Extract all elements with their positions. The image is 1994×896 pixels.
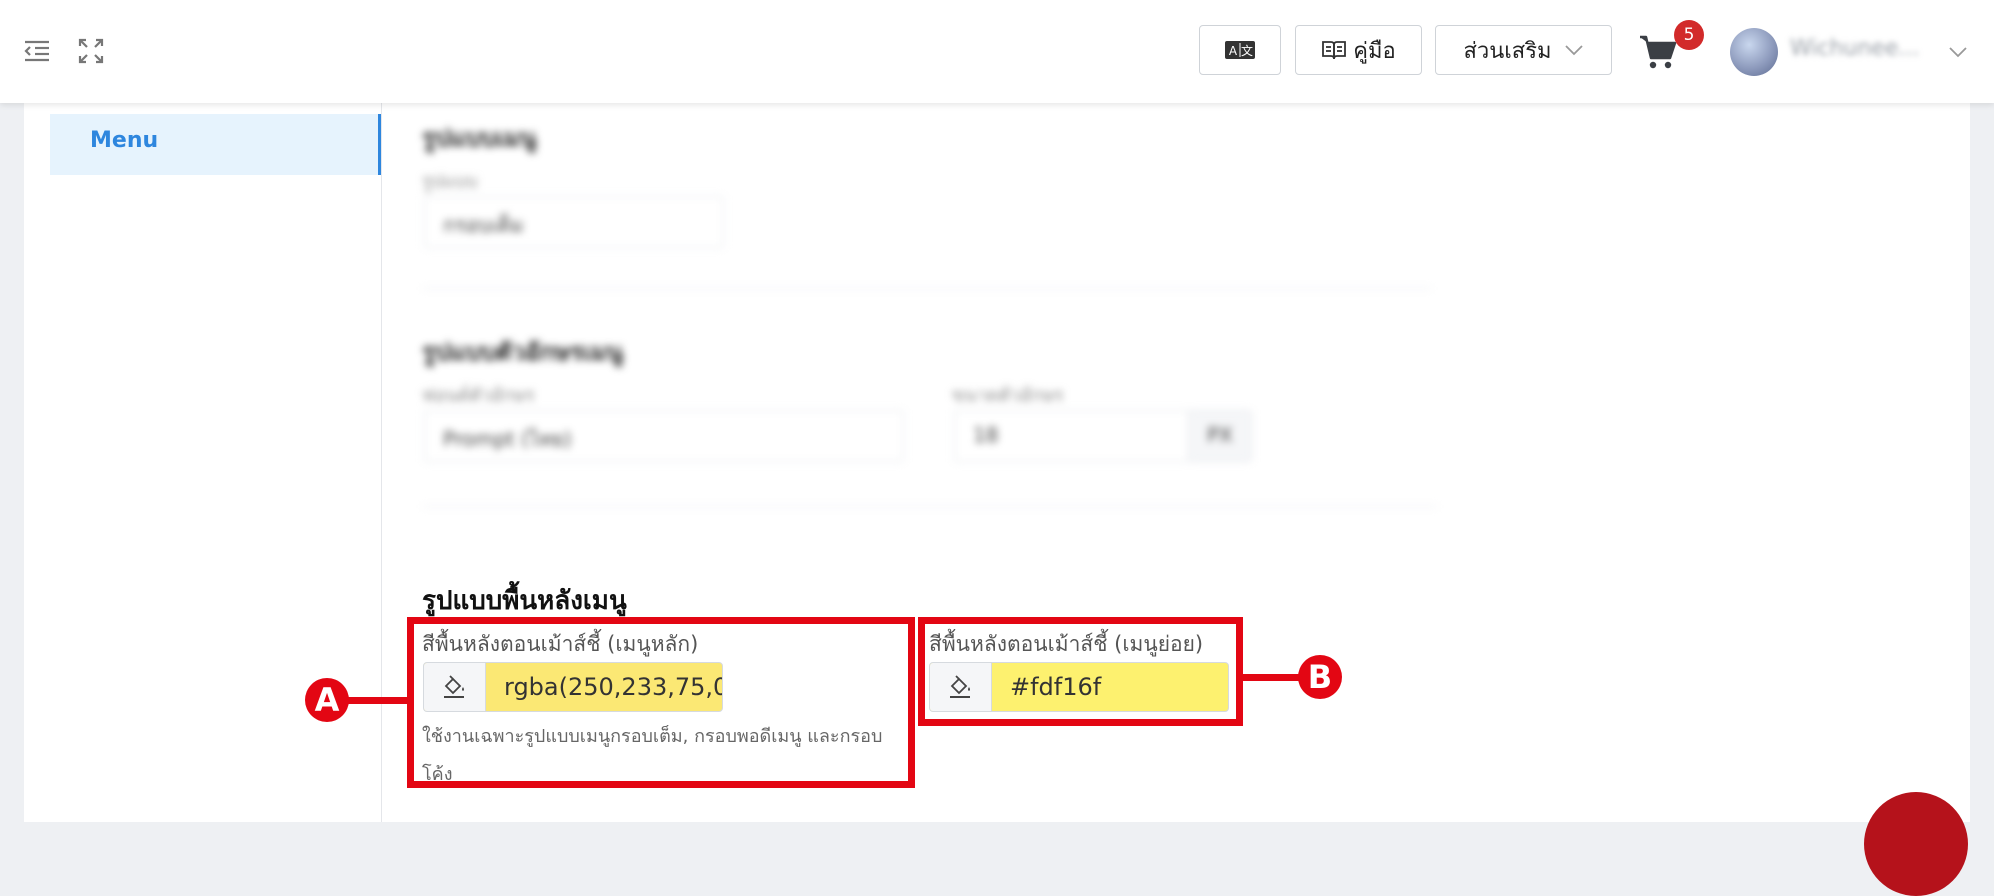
highlight-box-a <box>407 617 915 788</box>
section-title-background: รูปแบบพื้นหลังเมนู <box>422 586 627 616</box>
username[interactable]: Wichunee... <box>1790 36 1919 61</box>
indent-icon[interactable] <box>22 36 52 66</box>
font-size-input[interactable]: 18 <box>954 410 1190 462</box>
callout-line-b <box>1240 674 1306 681</box>
manual-label: คู่มือ <box>1353 38 1396 64</box>
font-size-unit: PX <box>1188 410 1252 462</box>
field-label-size: ขนาดตัวอักษร <box>952 385 1064 406</box>
translate-button[interactable]: A 文 <box>1199 25 1281 75</box>
unit-label: PX <box>1207 423 1233 447</box>
section-title-font: รูปแบบตัวอักษรเมนู <box>422 338 624 366</box>
font-value: Prompt (ไทย) <box>443 427 572 451</box>
translate-icon: A 文 <box>1225 41 1255 59</box>
marker-b: B <box>1298 655 1342 699</box>
chevron-down-icon <box>1564 45 1583 56</box>
addons-label: ส่วนเสริม <box>1463 38 1552 64</box>
callout-line-a <box>340 697 410 704</box>
cart-count-badge: 5 <box>1674 20 1704 50</box>
font-size-value: 18 <box>973 423 999 447</box>
divider <box>422 288 1432 289</box>
chevron-down-icon[interactable] <box>1948 46 1968 58</box>
svg-text:A: A <box>1229 44 1238 58</box>
section-title-menu-style: รูปแบบเมนู <box>422 124 537 152</box>
sidebar-item-label: Menu <box>90 128 159 153</box>
manual-button[interactable]: คู่มือ <box>1295 25 1422 75</box>
menu-style-select[interactable]: กรอบเต็ม <box>424 196 724 248</box>
field-label-style: รูปแบบ <box>422 171 478 192</box>
font-select[interactable]: Prompt (ไทย) <box>424 410 904 462</box>
menu-style-value: กรอบเต็ม <box>443 213 524 237</box>
cart-icon[interactable] <box>1638 34 1678 70</box>
avatar[interactable] <box>1730 28 1778 76</box>
highlight-box-b <box>918 617 1243 726</box>
sidebar-divider <box>381 103 382 822</box>
svg-text:文: 文 <box>1241 43 1253 58</box>
addons-dropdown[interactable]: ส่วนเสริม <box>1435 25 1612 75</box>
expand-icon[interactable] <box>76 36 106 66</box>
book-icon <box>1322 41 1347 60</box>
top-header: A 文 คู่มือ ส่วนเสริม 5 Wichunee... <box>0 0 1994 103</box>
marker-a: A <box>305 678 349 722</box>
floating-action-button[interactable] <box>1864 792 1968 896</box>
field-label-font: ฟอนต์ตัวอักษร <box>422 385 535 406</box>
divider <box>422 506 1438 507</box>
